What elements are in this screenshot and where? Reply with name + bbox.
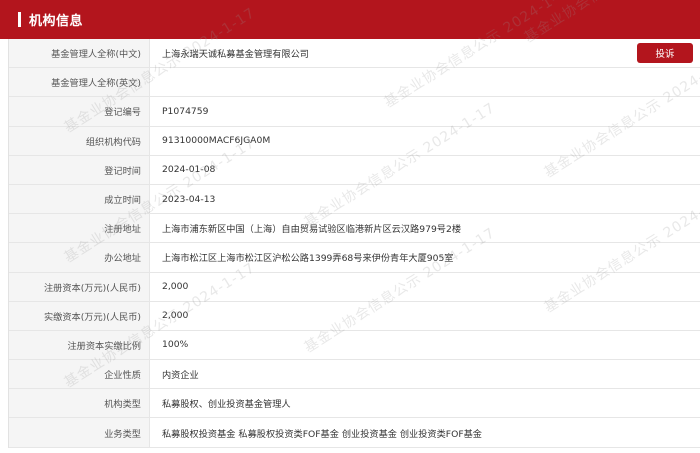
table-row-business-type: 业务类型 私募股权投资基金 私募股权投资类FOF基金 创业投资基金 创业投资类F… [9, 418, 700, 448]
row-value: 上海市松江区上海市松江区沪松公路1399弄68号来伊份青年大厦905室 [162, 253, 454, 265]
row-value: 100% [162, 339, 189, 351]
section-header: 机构信息 [0, 0, 700, 39]
row-value: 91310000MACF6JGA0M [162, 135, 271, 147]
complain-button[interactable]: 投诉 [637, 43, 693, 63]
row-label: 实缴资本(万元)(人民币) [9, 301, 150, 330]
table-row-registration-date: 登记时间 2024-01-08 [9, 155, 700, 185]
row-label: 组织机构代码 [9, 126, 150, 155]
row-label: 机构类型 [9, 389, 150, 418]
row-label: 注册地址 [9, 214, 150, 243]
row-value: 私募股权、创业投资基金管理人 [162, 399, 291, 411]
table-row-name-cn: 基金管理人全称(中文) 上海永瑞天诚私募基金管理有限公司 投诉 [9, 39, 700, 69]
row-value: 2023-04-13 [162, 193, 216, 205]
row-value: 上海市浦东新区中国（上海）自由贸易试验区临港新片区云汉路979号2楼 [162, 224, 462, 236]
page: 机构信息 基金管理人全称(中文) 上海永瑞天诚私募基金管理有限公司 投诉 基金管… [0, 0, 700, 453]
table-row-org-type: 机构类型 私募股权、创业投资基金管理人 [9, 389, 700, 419]
row-value: 2,000 [162, 310, 189, 322]
row-label: 注册资本(万元)(人民币) [9, 272, 150, 301]
section-title: 机构信息 [29, 14, 84, 29]
table-row-registered-address: 注册地址 上海市浦东新区中国（上海）自由贸易试验区临港新片区云汉路979号2楼 [9, 214, 700, 244]
row-value [150, 68, 700, 96]
table-row-org-code: 组织机构代码 91310000MACF6JGA0M [9, 126, 700, 156]
table-row-name-en: 基金管理人全称(英文) [9, 68, 700, 98]
table-row-registered-capital: 注册资本(万元)(人民币) 2,000 [9, 272, 700, 302]
row-label: 企业性质 [9, 360, 150, 389]
table-row-office-address: 办公地址 上海市松江区上海市松江区沪松公路1399弄68号来伊份青年大厦905室 [9, 243, 700, 273]
info-table: 基金管理人全称(中文) 上海永瑞天诚私募基金管理有限公司 投诉 基金管理人全称(… [8, 39, 700, 448]
row-label: 业务类型 [9, 418, 150, 447]
row-label: 登记时间 [9, 155, 150, 184]
row-label: 登记编号 [9, 97, 150, 126]
table-row-enterprise-nature: 企业性质 内资企业 [9, 360, 700, 390]
row-value: P1074759 [162, 105, 209, 117]
row-value: 内资企业 [162, 370, 199, 382]
table-row-paid-capital: 实缴资本(万元)(人民币) 2,000 [9, 301, 700, 331]
row-value: 2,000 [162, 281, 189, 293]
header-accent-bar [18, 12, 21, 27]
row-value: 上海永瑞天诚私募基金管理有限公司 [162, 49, 309, 61]
row-label: 成立时间 [9, 184, 150, 214]
table-row-established-date: 成立时间 2023-04-13 [9, 184, 700, 215]
row-label: 基金管理人全称(中文) [9, 39, 150, 68]
row-label: 基金管理人全称(英文) [9, 68, 150, 97]
row-value: 私募股权投资基金 私募股权投资类FOF基金 创业投资基金 创业投资类FOF基金 [162, 428, 482, 440]
table-row-paid-ratio: 注册资本实缴比例 100% [9, 330, 700, 361]
row-value-name-cn: 上海永瑞天诚私募基金管理有限公司 投诉 [150, 39, 700, 67]
row-label: 注册资本实缴比例 [9, 330, 150, 360]
row-label: 办公地址 [9, 243, 150, 272]
table-row-registration-no: 登记编号 P1074759 [9, 97, 700, 127]
row-value: 2024-01-08 [162, 164, 216, 176]
